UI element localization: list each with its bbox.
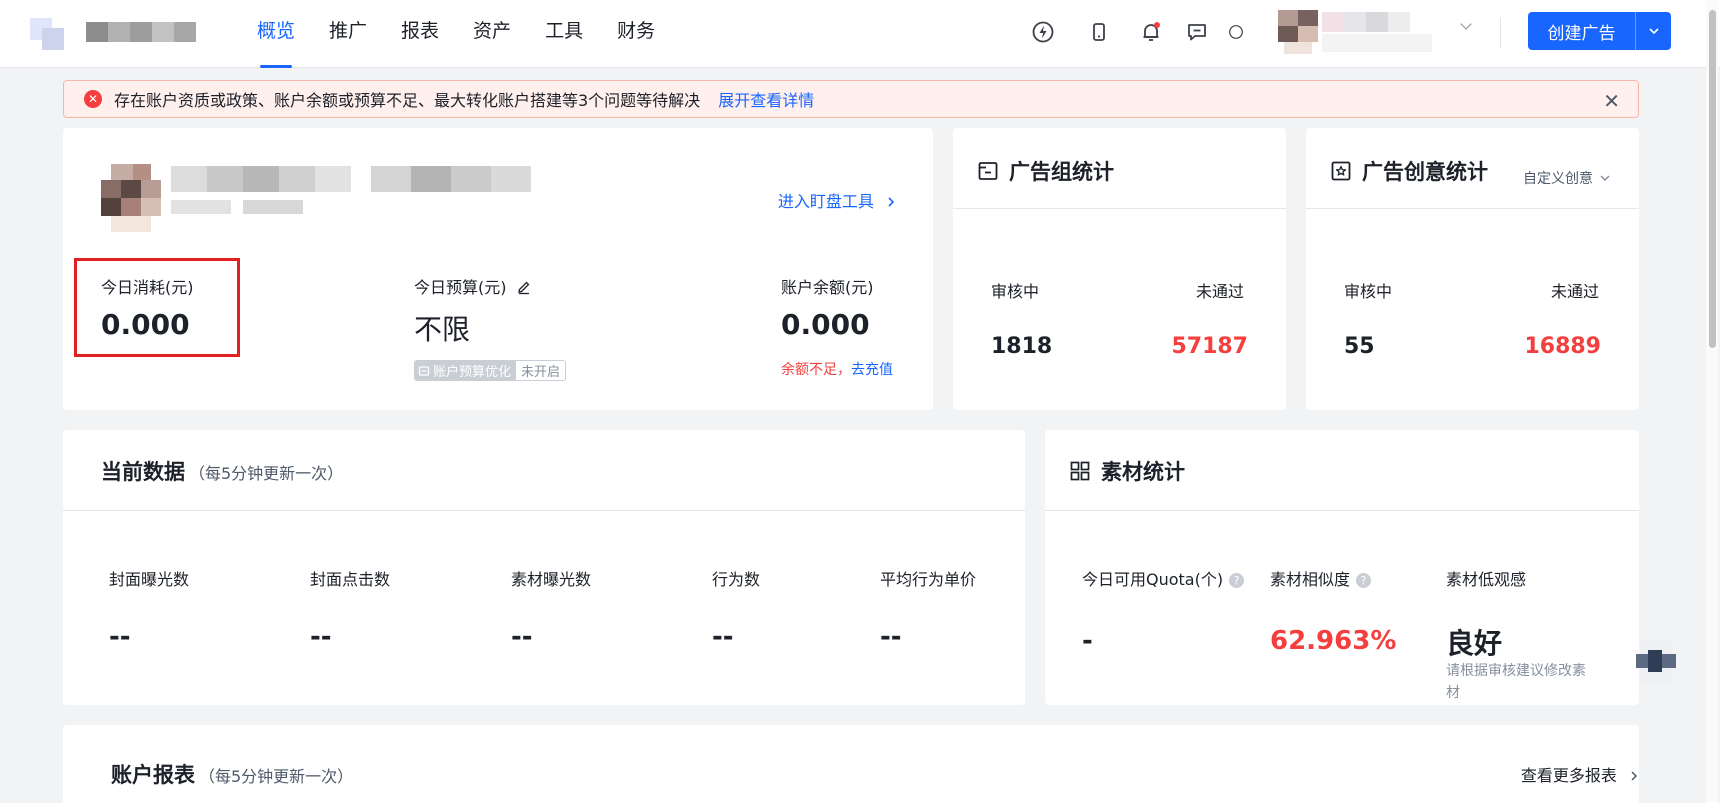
low-view-hint: 请根据审核建议修改素材 — [1446, 663, 1586, 701]
enter-monitor-tool-link[interactable]: 进入盯盘工具 — [778, 188, 897, 212]
current-data-title: 当前数据 — [101, 460, 185, 484]
user-info[interactable] — [1322, 12, 1472, 54]
account-avatar — [101, 164, 161, 234]
edit-icon[interactable] — [516, 279, 532, 295]
creative-reviewing-label: 审核中 — [1344, 282, 1393, 301]
today-budget-label: 今日预算(元) — [414, 274, 532, 298]
metric-actions-value: -- — [712, 622, 734, 652]
alert-text: 存在账户资质或政策、账户余额或预算不足、最大转化账户搭建等3个问题等待解决 — [114, 91, 701, 110]
balance-label: 账户余额(元) — [781, 278, 874, 297]
wallet-icon — [418, 365, 430, 376]
chevron-down-icon — [1648, 28, 1659, 35]
message-icon[interactable] — [1182, 17, 1212, 47]
material-stats-title: 素材统计 — [1101, 460, 1185, 484]
top-navbar: 概览 推广 报表 资产 工具 财务 创建广告 — [0, 0, 1720, 68]
chevron-down-icon — [1600, 175, 1610, 182]
account-report-note: （每5分钟更新一次） — [199, 767, 354, 786]
create-ad-button[interactable]: 创建广告 — [1528, 12, 1635, 50]
ad-group-rejected-label: 未通过 — [1195, 282, 1244, 301]
creative-type-dropdown[interactable]: 自定义创意 — [1523, 168, 1611, 188]
header-divider — [1500, 18, 1501, 48]
chevron-right-icon — [1631, 771, 1638, 781]
alert-details-link[interactable]: 展开查看详情 — [718, 87, 814, 111]
scrollbar-thumb[interactable] — [1709, 10, 1716, 348]
ad-group-reviewing-value[interactable]: 1818 — [991, 334, 1052, 359]
metric-cover-clicks-label: 封面点击数 — [310, 570, 391, 589]
metric-cover-impressions-label: 封面曝光数 — [109, 570, 190, 589]
lightning-icon[interactable] — [1028, 17, 1058, 47]
current-data-note: （每5分钟更新一次） — [189, 464, 344, 483]
budget-opt-status: 未开启 — [521, 365, 561, 380]
nav-tools[interactable]: 工具 — [528, 0, 600, 68]
budget-opt-label: 账户预算优化 — [433, 365, 512, 380]
more-reports-link[interactable]: 查看更多报表 — [1521, 762, 1640, 786]
highlight-box — [74, 258, 240, 357]
low-view-label: 素材低观感 — [1446, 570, 1527, 589]
question-icon[interactable]: ? — [1356, 573, 1372, 588]
recharge-link[interactable]: 去充值 — [851, 362, 893, 378]
ad-group-rejected-value[interactable]: 57187 — [1171, 334, 1248, 359]
nav-reports[interactable]: 报表 — [384, 0, 456, 68]
question-icon[interactable]: ? — [1229, 573, 1245, 588]
chevron-right-icon — [888, 197, 895, 207]
close-icon[interactable]: ✕ — [1603, 89, 1620, 113]
metric-avg-action-cost-value: -- — [880, 622, 902, 652]
nav-finance[interactable]: 财务 — [600, 0, 672, 68]
low-balance-notice: 余额不足，去充值 — [781, 362, 893, 378]
main-nav: 概览 推广 报表 资产 工具 财务 — [240, 0, 672, 68]
metric-avg-action-cost-label: 平均行为单价 — [880, 570, 977, 589]
metric-actions-label: 行为数 — [712, 570, 761, 589]
ad-group-reviewing-label: 审核中 — [991, 282, 1040, 301]
ad-group-stats-title: 广告组统计 — [1009, 160, 1114, 184]
metric-cover-clicks-value: -- — [310, 622, 332, 652]
help-icon[interactable] — [1228, 17, 1244, 47]
grid-icon — [1070, 461, 1090, 481]
quota-value: - — [1082, 626, 1093, 656]
metric-cover-impressions-value: -- — [109, 622, 131, 652]
folder-minus-icon — [978, 162, 998, 180]
quota-label: 今日可用Quota(个)? — [1082, 566, 1245, 590]
create-ad-dropdown[interactable] — [1635, 12, 1671, 50]
logo[interactable] — [30, 14, 198, 54]
account-report-title: 账户报表 — [111, 763, 195, 787]
creative-rejected-value[interactable]: 16889 — [1524, 334, 1601, 359]
metric-material-impressions-label: 素材曝光数 — [511, 570, 592, 589]
similarity-label: 素材相似度? — [1270, 566, 1372, 590]
budget-optimization-toggle[interactable]: 账户预算优化 未开启 — [414, 360, 567, 381]
low-view-value: 良好 — [1446, 627, 1503, 660]
creative-rejected-label: 未通过 — [1550, 282, 1599, 301]
account-report-card: 账户报表 （每5分钟更新一次） — [63, 725, 1639, 803]
today-budget-value: 不限 — [414, 313, 471, 346]
create-ad-button-group: 创建广告 — [1528, 12, 1671, 50]
creative-reviewing-value[interactable]: 55 — [1344, 334, 1375, 359]
creative-stats-card: 广告创意统计 自定义创意 审核中 未通过 55 16889 — [1306, 128, 1639, 410]
avatar[interactable] — [1278, 10, 1318, 54]
creative-stats-title: 广告创意统计 — [1362, 160, 1488, 184]
error-icon: ✕ — [84, 90, 102, 108]
floating-assistant[interactable] — [1632, 632, 1680, 692]
issue-alert-banner: ✕ 存在账户资质或政策、账户余额或预算不足、最大转化账户搭建等3个问题等待解决 … — [63, 80, 1639, 118]
ad-group-stats-card: 广告组统计 审核中 未通过 1818 57187 — [953, 128, 1286, 410]
phone-icon[interactable] — [1084, 17, 1114, 47]
star-frame-icon — [1331, 161, 1351, 181]
similarity-value: 62.963% — [1270, 626, 1397, 656]
account-name — [171, 166, 571, 218]
bell-icon[interactable] — [1136, 17, 1166, 47]
nav-promotion[interactable]: 推广 — [312, 0, 384, 68]
metric-material-impressions-value: -- — [511, 622, 533, 652]
balance-value: 0.000 — [781, 308, 870, 341]
nav-overview[interactable]: 概览 — [240, 0, 312, 68]
nav-assets[interactable]: 资产 — [456, 0, 528, 68]
